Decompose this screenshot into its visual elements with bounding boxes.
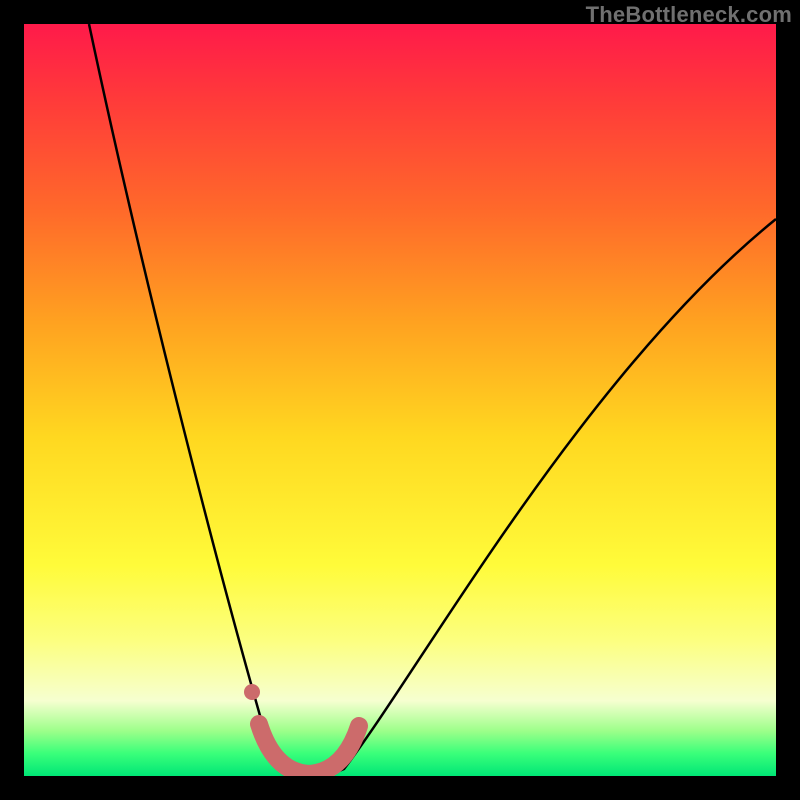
chart-svg: [24, 24, 776, 776]
chart-plot-area: [24, 24, 776, 776]
valley-highlight: [259, 724, 359, 774]
watermark-text: TheBottleneck.com: [586, 2, 792, 28]
marker-dot: [244, 684, 260, 700]
bottleneck-curve: [89, 24, 776, 775]
